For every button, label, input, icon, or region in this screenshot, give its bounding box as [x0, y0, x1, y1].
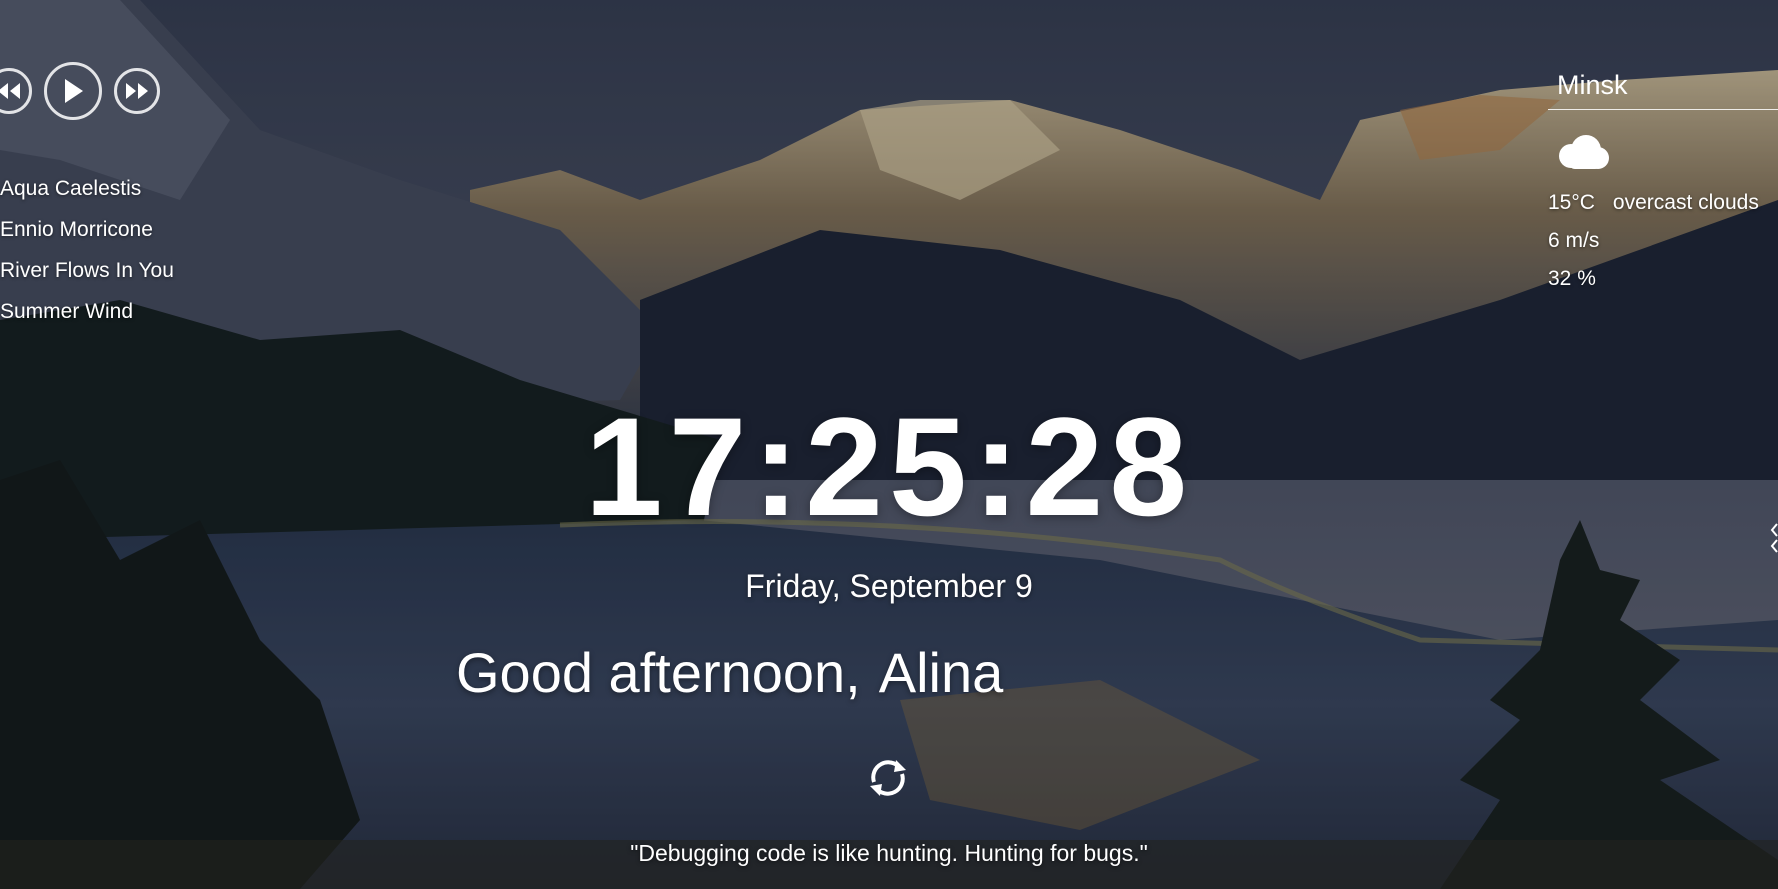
- greeting: Good afternoon, Alina: [456, 640, 1003, 705]
- refresh-quote-button[interactable]: [862, 752, 914, 804]
- user-name[interactable]: Alina: [879, 641, 1004, 704]
- city-input[interactable]: [1548, 68, 1778, 110]
- wind-speed: 6 m/s: [1548, 229, 1600, 252]
- play-button[interactable]: [44, 62, 102, 120]
- prev-button[interactable]: [0, 68, 32, 114]
- greeting-text: Good afternoon,: [456, 641, 861, 704]
- playlist-item[interactable]: Summer Wind: [0, 291, 174, 332]
- temperature: 15°C: [1548, 191, 1595, 214]
- chevron-left-icon: [1770, 523, 1778, 553]
- next-icon: [126, 83, 148, 99]
- audio-player-controls: [0, 62, 160, 120]
- weather-widget: 15°C overcast clouds 6 m/s 32 %: [1548, 68, 1778, 291]
- play-icon: [65, 79, 83, 103]
- date-display: Friday, September 9: [745, 568, 1033, 604]
- next-button[interactable]: [114, 68, 160, 114]
- playlist-item[interactable]: Ennio Morricone: [0, 209, 174, 250]
- quote-text: "Debugging code is like hunting. Hunting…: [630, 840, 1148, 866]
- playlist: Aqua Caelestis Ennio Morricone River Flo…: [0, 168, 174, 332]
- prev-icon: [0, 83, 20, 99]
- temperature-row: 15°C overcast clouds: [1548, 191, 1778, 215]
- playlist-item[interactable]: River Flows In You: [0, 250, 174, 291]
- overcast-clouds-icon: [1559, 135, 1609, 169]
- weather-description: overcast clouds: [1612, 191, 1759, 214]
- humidity: 32 %: [1548, 267, 1596, 290]
- refresh-icon: [870, 760, 906, 796]
- time-display: 17:25:28: [584, 388, 1194, 545]
- playlist-item[interactable]: Aqua Caelestis: [0, 168, 174, 209]
